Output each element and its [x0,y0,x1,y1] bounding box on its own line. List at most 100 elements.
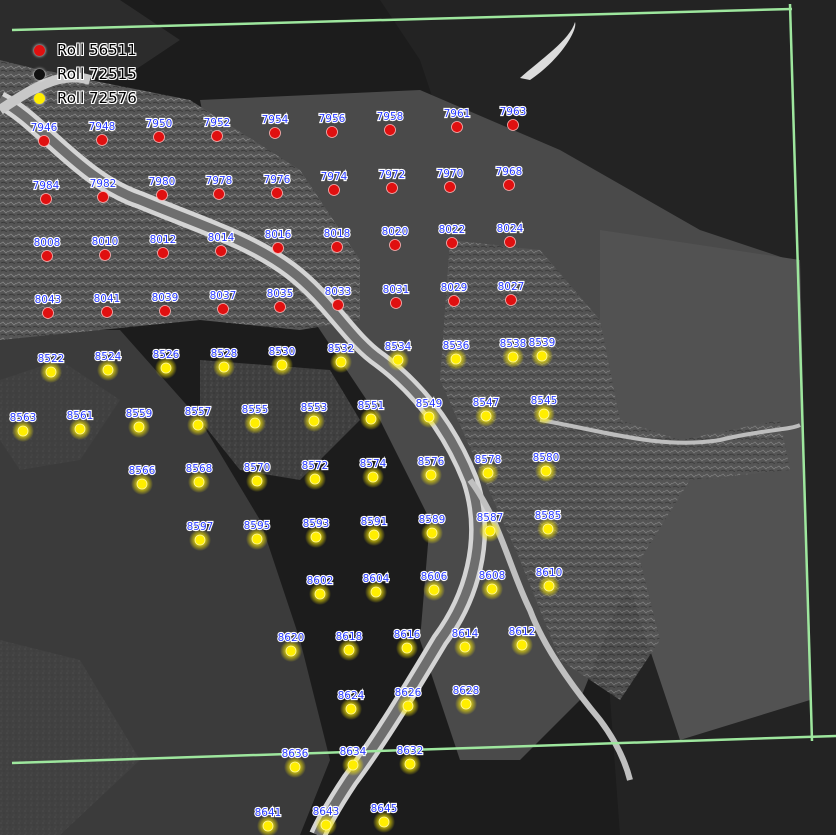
legend-swatch-red-dot [34,44,45,56]
point-label: 8557 [185,406,212,418]
point-label: 8536 [443,340,470,352]
point-label: 7956 [319,113,346,125]
red-point-dot [504,236,516,248]
yellow-point-dot [460,698,472,710]
point-label: 8572 [302,460,329,472]
legend-item: Roll 72515 [34,62,137,86]
yellow-point-dot [459,641,471,653]
legend-item: Roll 56511 [34,38,137,62]
point-label: 8033 [325,286,352,298]
point-label: 8587 [477,512,504,524]
point-label: 8012 [150,234,177,246]
yellow-point-dot [308,415,320,427]
yellow-point-dot [392,354,404,366]
red-point-dot [38,135,50,147]
yellow-point-dot [17,425,29,437]
point-label: 8551 [358,400,385,412]
yellow-point-dot [102,364,114,376]
yellow-point-dot [335,356,347,368]
yellow-point-dot [425,469,437,481]
point-label: 8010 [92,236,119,248]
yellow-point-dot [251,475,263,487]
point-label: 7982 [90,178,117,190]
point-label: 7978 [206,175,233,187]
red-point-dot [386,182,398,194]
yellow-point-dot [516,639,528,651]
point-label: 8616 [394,629,421,641]
map-legend: Roll 56511 Roll 72515 Roll 72576 [34,38,137,110]
point-label: 7980 [149,176,176,188]
red-point-dot [446,237,458,249]
yellow-point-dot [507,351,519,363]
point-label: 8595 [244,520,271,532]
yellow-point-dot [45,366,57,378]
photo-point-yellow: 8641 [254,806,282,835]
red-point-dot [153,131,165,143]
point-label: 7948 [89,121,116,133]
yellow-point-dot [343,644,355,656]
yellow-point-dot [402,700,414,712]
point-label: 8628 [453,685,480,697]
yellow-point-dot [367,471,379,483]
yellow-point-dot [192,419,204,431]
yellow-point-dot [540,465,552,477]
point-label: 8041 [94,293,121,305]
point-label: 8578 [475,454,502,466]
yellow-point-dot [194,534,206,546]
point-label: 7976 [264,174,291,186]
point-label: 7974 [321,171,348,183]
red-point-dot [269,127,281,139]
legend-item: Roll 72576 [34,86,137,110]
point-label: 7963 [500,106,527,118]
point-label: 7952 [204,117,231,129]
red-point-dot [217,303,229,315]
point-label: 8574 [360,458,387,470]
point-label: 8626 [395,687,422,699]
point-label: 8624 [338,690,365,702]
point-label: 8020 [382,226,409,238]
yellow-point-dot [542,523,554,535]
point-label: 8643 [313,806,340,818]
red-point-dot [97,191,109,203]
point-label: 8526 [153,349,180,361]
red-point-dot [42,307,54,319]
point-label: 8593 [303,518,330,530]
red-point-dot [390,297,402,309]
point-label: 7954 [262,114,289,126]
yellow-point-dot [404,758,416,770]
point-label: 8534 [385,341,412,353]
point-label: 8585 [535,510,562,522]
red-point-dot [271,187,283,199]
point-label: 8604 [363,573,390,585]
point-label: 8549 [416,398,443,410]
point-label: 8043 [35,294,62,306]
legend-label: Roll 72576 [57,89,137,107]
point-label: 8037 [210,290,237,302]
point-label: 7972 [379,169,406,181]
yellow-point-dot [365,413,377,425]
legend-swatch-yellow-dot [34,92,45,104]
point-label: 8589 [419,514,446,526]
red-point-dot [215,245,227,257]
yellow-point-dot [310,531,322,543]
point-label: 8566 [129,465,156,477]
yellow-point-dot [160,362,172,374]
point-label: 8570 [244,462,271,474]
point-label: 8008 [34,237,61,249]
red-point-dot [96,134,108,146]
red-point-dot [326,126,338,138]
red-point-dot [384,124,396,136]
point-label: 7958 [377,111,404,123]
red-point-dot [157,247,169,259]
yellow-point-dot [480,410,492,422]
point-label: 8018 [324,228,351,240]
point-label: 8530 [269,346,296,358]
point-label: 8539 [529,337,556,349]
red-point-dot [389,239,401,251]
point-label: 7950 [146,118,173,130]
red-point-dot [503,179,515,191]
photo-point-yellow: 8643 [312,805,340,835]
red-point-dot [211,130,223,142]
yellow-point-dot [285,645,297,657]
point-label: 8555 [242,404,269,416]
